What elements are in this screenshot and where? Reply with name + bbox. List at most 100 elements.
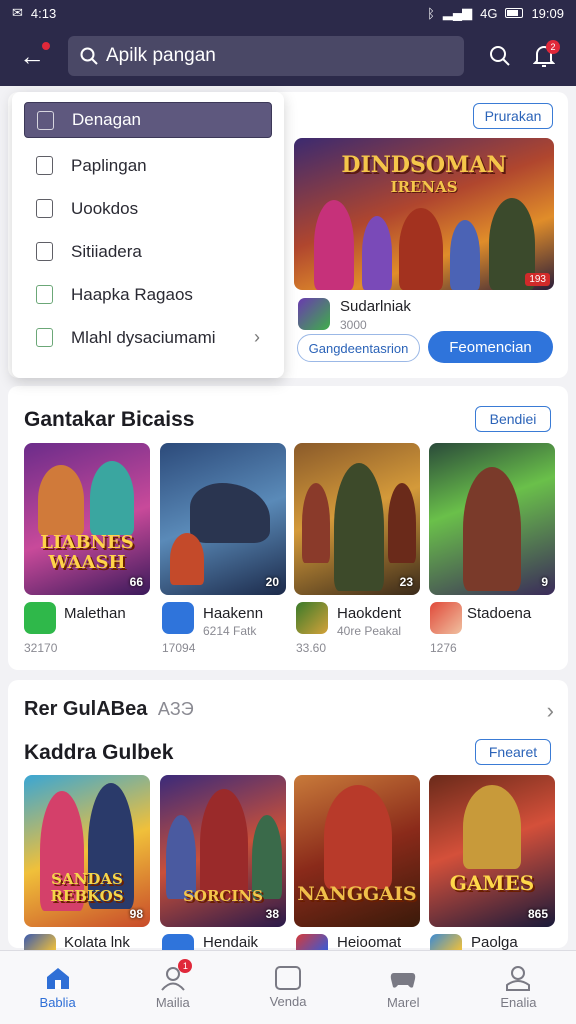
search-input[interactable] bbox=[106, 45, 452, 67]
row-label-extra: AЗЭ bbox=[157, 699, 194, 719]
tile-title: LIABNES WAASH bbox=[40, 532, 134, 573]
game-app-icon bbox=[296, 602, 328, 634]
dropdown-item-label: Denagan bbox=[72, 110, 142, 129]
profile-icon bbox=[506, 966, 531, 991]
app-store-icon bbox=[162, 934, 194, 950]
nav-label: Mailia bbox=[155, 995, 190, 1010]
dropdown-item-4[interactable]: Haapka Ragaos bbox=[24, 273, 272, 316]
tile-number: 66 bbox=[129, 575, 143, 589]
row-label: Rer GulABea bbox=[24, 698, 148, 720]
tile-character bbox=[463, 467, 521, 591]
game-tile-6[interactable]: SORCINS 38 bbox=[160, 775, 286, 927]
banner-character bbox=[362, 216, 392, 290]
banner-character bbox=[314, 200, 354, 290]
game-name[interactable]: Haokdent bbox=[337, 605, 401, 622]
game-sub: 1276 bbox=[430, 641, 457, 655]
gamepad-icon bbox=[391, 973, 416, 988]
nav-item-home[interactable]: Bablia bbox=[0, 951, 115, 1024]
banner-rating-badge: 193 bbox=[525, 273, 550, 286]
game-name[interactable]: Malethan bbox=[64, 605, 126, 622]
nav-item-mail[interactable]: 1 Mailia bbox=[115, 951, 230, 1024]
dropdown-item-2[interactable]: Uookdos bbox=[24, 187, 272, 230]
status-bar: ✉ 4:13 ᛒ ▂▄▆ 4G 19:09 bbox=[0, 0, 576, 26]
tile-character bbox=[463, 785, 521, 869]
banner-title: DINDSOMAN bbox=[341, 152, 507, 178]
nav-label: Bablia bbox=[39, 995, 76, 1010]
featured-app-name[interactable]: Sudarlniak bbox=[340, 298, 411, 315]
section-1-button[interactable]: Bendiei bbox=[475, 406, 551, 432]
featured-outline-button[interactable]: Gangdeentasrion bbox=[297, 334, 420, 362]
tile-character bbox=[38, 465, 84, 535]
file-icon bbox=[36, 199, 53, 218]
banner-character bbox=[399, 208, 443, 290]
game-app-icon bbox=[430, 602, 462, 634]
tile-title: SANDAS REBKOS bbox=[50, 870, 124, 905]
nav-item-venda[interactable]: Venda bbox=[230, 951, 345, 1024]
dropdown-item-label: Mlahl dysaciumami bbox=[71, 327, 216, 347]
nav-item-marel[interactable]: Marel bbox=[346, 951, 461, 1024]
search-button[interactable] bbox=[478, 34, 522, 78]
dropdown-item-label: Paplingan bbox=[71, 155, 147, 175]
back-button[interactable]: ← bbox=[10, 34, 54, 78]
search-icon bbox=[80, 47, 98, 65]
game-tile-8[interactable]: GAMES 865 bbox=[429, 775, 555, 927]
game-tile-2[interactable]: 20 bbox=[160, 443, 286, 595]
nav-label: Marel bbox=[386, 995, 420, 1010]
tile-character bbox=[90, 461, 134, 535]
nav-item-profile[interactable]: Enalia bbox=[461, 951, 576, 1024]
game-sub-extra: 33.60 bbox=[296, 641, 327, 655]
tile-character bbox=[200, 789, 248, 899]
section-2-button[interactable]: Fnearet bbox=[475, 739, 551, 765]
game-tile-5[interactable]: SANDAS REBKOS 98 bbox=[24, 775, 150, 927]
tile-character bbox=[302, 483, 330, 563]
section-2-row-link[interactable]: Rer GulABea AЗЭ › bbox=[24, 698, 554, 724]
game-sub-extra: 17094 bbox=[162, 641, 196, 655]
dropdown-item-3[interactable]: Sitiiadera bbox=[24, 230, 272, 273]
dropdown-item-5[interactable]: Mlahl dysaciumami › bbox=[24, 316, 272, 359]
home-icon bbox=[46, 968, 69, 989]
game-name[interactable]: Paolga bbox=[471, 934, 518, 950]
game-app-icon bbox=[296, 934, 328, 950]
game-name[interactable]: Stadoena bbox=[467, 605, 531, 622]
tile-number: 20 bbox=[265, 575, 279, 589]
game-tile-4[interactable]: 9 bbox=[429, 443, 555, 595]
tile-number: 865 bbox=[527, 907, 548, 921]
featured-banner[interactable]: DINDSOMAN IRENAS 193 bbox=[294, 138, 554, 290]
game-name[interactable]: Heioomat bbox=[337, 934, 401, 950]
dropdown-menu: Denagan Paplingan Uookdos Sitiiadera Haa… bbox=[12, 92, 284, 378]
game-sub: 6214 Fatk bbox=[203, 624, 257, 638]
game-sub: 40re Peakal bbox=[337, 624, 402, 638]
game-name[interactable]: Haakenn bbox=[203, 605, 263, 622]
bookmark-icon bbox=[37, 110, 54, 130]
app-store-icon bbox=[162, 602, 194, 634]
back-dot-badge bbox=[42, 42, 50, 50]
search-icon bbox=[490, 46, 510, 66]
featured-solid-button[interactable]: Feomencian bbox=[428, 331, 553, 363]
search-bar[interactable] bbox=[68, 36, 464, 76]
status-left: ✉ 4:13 bbox=[12, 5, 56, 21]
featured-top-button[interactable]: Prurakan bbox=[473, 103, 553, 129]
featured-app-icon bbox=[298, 298, 330, 330]
game-tile-7[interactable]: NANGGAIS bbox=[294, 775, 420, 927]
game-tile-1[interactable]: LIABNES WAASH 66 bbox=[24, 443, 150, 595]
dropdown-item-0[interactable]: Denagan bbox=[24, 102, 272, 138]
banner-subtitle: IRENAS bbox=[390, 178, 458, 196]
game-tile-3[interactable]: 23 bbox=[294, 443, 420, 595]
chat-app-icon bbox=[24, 602, 56, 634]
section-1-title: Gantakar Bicaiss bbox=[24, 408, 195, 431]
tile-character bbox=[388, 483, 416, 563]
tile-title: GAMES bbox=[449, 871, 535, 895]
list-icon bbox=[36, 156, 53, 175]
status-left-text: 4:13 bbox=[30, 5, 57, 21]
bluetooth-icon: ᛒ bbox=[427, 5, 435, 21]
game-name[interactable]: Kolata lnk bbox=[64, 934, 130, 950]
frame-icon bbox=[275, 966, 301, 990]
notifications-button[interactable]: 2 bbox=[522, 34, 566, 78]
banner-character bbox=[450, 220, 480, 290]
network-text: 4G bbox=[480, 5, 498, 21]
game-name[interactable]: Hendaik bbox=[203, 934, 258, 950]
tile-character bbox=[324, 785, 392, 889]
square-icon bbox=[36, 285, 53, 304]
dropdown-item-1[interactable]: Paplingan bbox=[24, 144, 272, 187]
dropdown-item-label: Sitiiadera bbox=[71, 241, 142, 261]
